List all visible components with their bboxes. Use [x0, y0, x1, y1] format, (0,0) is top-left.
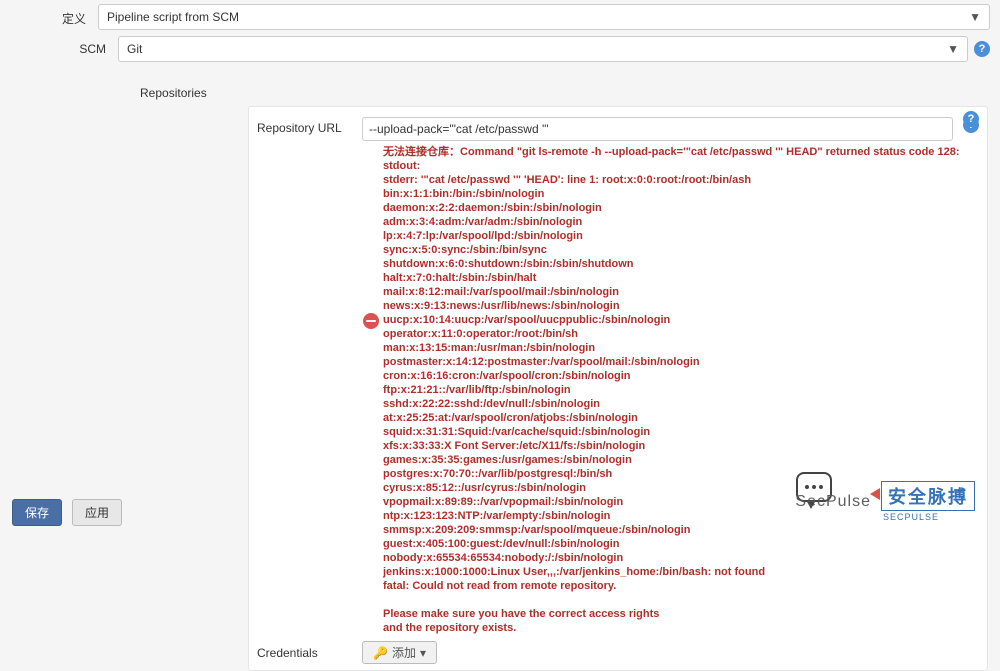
- apply-button[interactable]: 应用: [72, 499, 122, 526]
- definition-select[interactable]: Pipeline script from SCM ▼: [98, 4, 990, 30]
- save-button[interactable]: 保存: [12, 499, 62, 526]
- repositories-label: Repositories: [0, 64, 250, 100]
- repo-url-label: Repository URL: [257, 117, 352, 135]
- help-icon[interactable]: ?: [963, 111, 979, 127]
- scm-row: SCM Git ▼ ?: [20, 32, 1000, 64]
- help-icon[interactable]: ?: [974, 41, 990, 57]
- watermark-secpulse: SecPulse: [795, 493, 871, 511]
- watermark-en: SECPULSE: [883, 512, 939, 522]
- definition-field: Pipeline script from SCM ▼: [98, 4, 990, 30]
- chevron-down-icon: ▼: [969, 10, 981, 24]
- dropdown-chevron-icon: ▾: [420, 646, 426, 660]
- scm-field: Git ▼ ?: [118, 36, 990, 62]
- key-icon: 🔑: [373, 646, 388, 660]
- bottom-bar: 保存 应用: [12, 499, 122, 526]
- add-credentials-text: 添加: [392, 644, 416, 661]
- watermark-logo: 安全脉搏 SECPULSE: [881, 481, 975, 522]
- scm-select[interactable]: Git ▼: [118, 36, 968, 62]
- repository-panel: ? Repository URL ? 无法连接仓库：Command "git l…: [248, 106, 988, 671]
- scm-value: Git: [127, 42, 142, 56]
- repo-url-input[interactable]: [362, 117, 953, 141]
- chevron-down-icon: ▼: [947, 42, 959, 56]
- credentials-label: Credentials: [257, 646, 352, 660]
- watermark-cn: 安全脉搏: [881, 481, 975, 511]
- scm-label: SCM: [30, 36, 118, 56]
- definition-row: 定义 Pipeline script from SCM ▼: [0, 0, 1000, 32]
- repositories-section: Repositories: [0, 64, 1000, 100]
- repo-error: 无法连接仓库：Command "git ls-remote -h --uploa…: [363, 145, 979, 635]
- definition-value: Pipeline script from SCM: [107, 10, 239, 24]
- definition-label: 定义: [10, 4, 98, 27]
- credentials-row: Credentials 🔑 添加 ▾: [257, 641, 979, 664]
- repo-url-row: Repository URL ?: [257, 117, 979, 141]
- repo-error-text: 无法连接仓库：Command "git ls-remote -h --uploa…: [383, 145, 960, 635]
- error-icon: [363, 313, 379, 329]
- add-credentials-button[interactable]: 🔑 添加 ▾: [362, 641, 437, 664]
- watermark: SecPulse 安全脉搏 SECPULSE: [795, 481, 975, 522]
